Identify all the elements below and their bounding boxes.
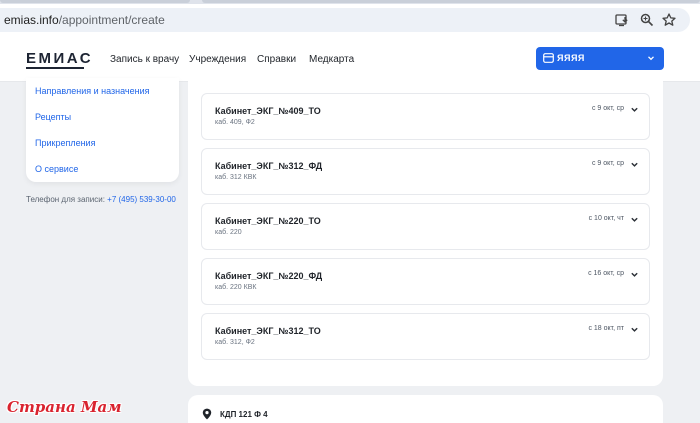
- install-app-icon[interactable]: [614, 12, 630, 28]
- room-subtitle: каб. 312 КВК: [215, 174, 257, 181]
- room-subtitle: каб. 409, Ф2: [215, 119, 255, 126]
- chevron-down-icon[interactable]: [630, 160, 639, 169]
- room-card[interactable]: Кабинет_ЭКГ_№312_ФД каб. 312 КВК с 9 окт…: [201, 148, 650, 195]
- emias-logo[interactable]: ЕМИАС: [26, 50, 93, 67]
- card-icon: [543, 53, 554, 63]
- room-subtitle: каб. 220 КВК: [215, 284, 257, 291]
- browser-toolbar: emias.info/appointment/create: [0, 4, 700, 36]
- browser-tab[interactable]: [202, 0, 700, 3]
- nav-medical-record[interactable]: Медкарта: [309, 54, 354, 65]
- phone-number-link[interactable]: +7 (495) 539-30-00: [107, 195, 176, 204]
- chevron-down-icon[interactable]: [630, 325, 639, 334]
- room-subtitle: каб. 312, Ф2: [215, 339, 255, 346]
- room-date: с 16 окт, ср: [588, 270, 624, 277]
- room-date: с 9 окт, ср: [591, 105, 624, 112]
- sidebar-item-prescriptions[interactable]: Рецепты: [35, 112, 71, 122]
- watermark-logo: Страна Мам: [7, 398, 122, 416]
- room-date: с 10 окт, чт: [588, 215, 624, 222]
- rooms-panel: Кабинет_ЭКГ_№409_ТО каб. 409, Ф2 с 9 окт…: [188, 78, 663, 386]
- room-date: с 18 окт, пт: [588, 325, 624, 332]
- logo-underline: [26, 67, 84, 69]
- chevron-down-icon[interactable]: [630, 215, 639, 224]
- phone-label: Телефон для записи:: [26, 195, 105, 204]
- room-title: Кабинет_ЭКГ_№220_ФД: [215, 271, 323, 281]
- room-card[interactable]: Кабинет_ЭКГ_№409_ТО каб. 409, Ф2 с 9 окт…: [201, 93, 650, 140]
- nav-appointment[interactable]: Запись к врачу: [110, 54, 179, 65]
- sidebar-item-referrals[interactable]: Направления и назначения: [35, 86, 149, 96]
- nav-certificates[interactable]: Справки: [257, 54, 296, 65]
- room-title: Кабинет_ЭКГ_№312_ТО: [215, 326, 321, 336]
- room-title: Кабинет_ЭКГ_№409_ТО: [215, 106, 321, 116]
- chevron-down-icon: [648, 56, 654, 61]
- location-card[interactable]: КДП 121 Ф 4: [188, 395, 663, 423]
- zoom-icon[interactable]: [639, 12, 655, 28]
- phone-info: Телефон для записи: +7 (495) 539-30-00: [26, 195, 176, 204]
- sidebar-menu: Направления и назначения Рецепты Прикреп…: [26, 78, 179, 182]
- bookmark-star-icon[interactable]: [661, 12, 677, 28]
- room-card[interactable]: Кабинет_ЭКГ_№220_ФД каб. 220 КВК с 16 ок…: [201, 258, 650, 305]
- room-title: Кабинет_ЭКГ_№220_ТО: [215, 216, 321, 226]
- profile-button[interactable]: ЯЯЯЯ: [536, 47, 664, 70]
- chevron-down-icon[interactable]: [630, 105, 639, 114]
- location-pin-icon: [202, 408, 212, 420]
- room-card[interactable]: Кабинет_ЭКГ_№312_ТО каб. 312, Ф2 с 18 ок…: [201, 313, 650, 360]
- app-header: ЕМИАС Запись к врачу Учреждения Справки …: [0, 36, 700, 82]
- location-label: КДП 121 Ф 4: [220, 410, 268, 419]
- profile-name: ЯЯЯЯ: [557, 53, 585, 63]
- room-title: Кабинет_ЭКГ_№312_ФД: [215, 161, 323, 171]
- browser-tab[interactable]: [0, 0, 190, 3]
- room-card[interactable]: Кабинет_ЭКГ_№220_ТО каб. 220 с 10 окт, ч…: [201, 203, 650, 250]
- nav-institutions[interactable]: Учреждения: [189, 54, 246, 65]
- sidebar-item-attachments[interactable]: Прикрепления: [35, 138, 95, 148]
- address-bar[interactable]: emias.info/appointment/create: [0, 8, 690, 32]
- sidebar-item-about[interactable]: О сервисе: [35, 164, 78, 174]
- chevron-down-icon[interactable]: [630, 270, 639, 279]
- url-text[interactable]: emias.info/appointment/create: [4, 13, 165, 27]
- room-subtitle: каб. 220: [215, 229, 242, 236]
- room-date: с 9 окт, ср: [591, 160, 624, 167]
